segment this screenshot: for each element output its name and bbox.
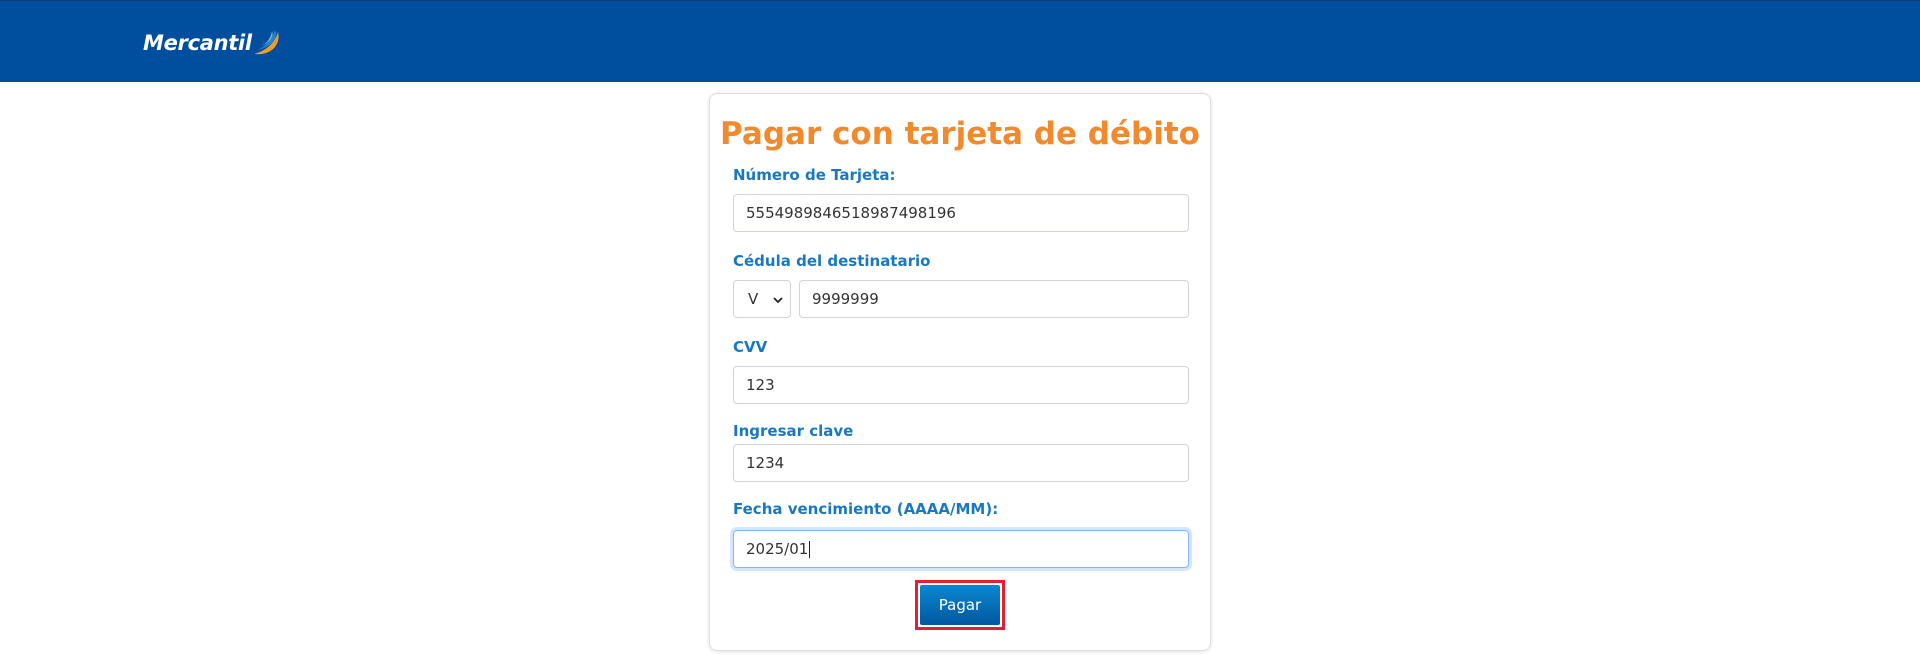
card-number-value: 5554989846518987498196	[746, 204, 956, 222]
recipient-id-label: Cédula del destinatario	[733, 252, 931, 270]
id-type-value: V	[748, 290, 759, 308]
card-number-label: Número de Tarjeta:	[733, 166, 896, 184]
pay-button-highlight: Pagar	[915, 580, 1005, 630]
cvv-input[interactable]: 123	[733, 366, 1189, 404]
recipient-id-value: 9999999	[812, 290, 879, 308]
password-label: Ingresar clave	[733, 422, 854, 440]
expiry-value: 2025/01	[746, 540, 809, 558]
cvv-label: CVV	[733, 338, 768, 356]
text-caret	[809, 540, 811, 558]
swoosh-icon	[253, 30, 279, 55]
cvv-value: 123	[746, 376, 775, 394]
brand-name: Mercantil	[143, 31, 252, 55]
password-value: 1234	[746, 454, 785, 472]
recipient-id-input[interactable]: 9999999	[799, 280, 1189, 318]
expiry-input[interactable]: 2025/01	[733, 530, 1189, 568]
card-number-input[interactable]: 5554989846518987498196	[733, 194, 1189, 232]
pay-button[interactable]: Pagar	[920, 585, 1000, 625]
password-input[interactable]: 1234	[733, 444, 1189, 482]
payment-form-card: Pagar con tarjeta de débito Número de Ta…	[709, 93, 1211, 651]
expiry-label: Fecha vencimiento (AAAA/MM):	[733, 500, 999, 518]
chevron-down-icon	[773, 297, 783, 304]
mercantil-logo[interactable]: Mercantil	[143, 25, 284, 61]
top-navbar: Mercantil	[0, 0, 1920, 82]
id-type-select[interactable]: V	[733, 280, 791, 318]
page-title: Pagar con tarjeta de débito	[720, 116, 1200, 152]
